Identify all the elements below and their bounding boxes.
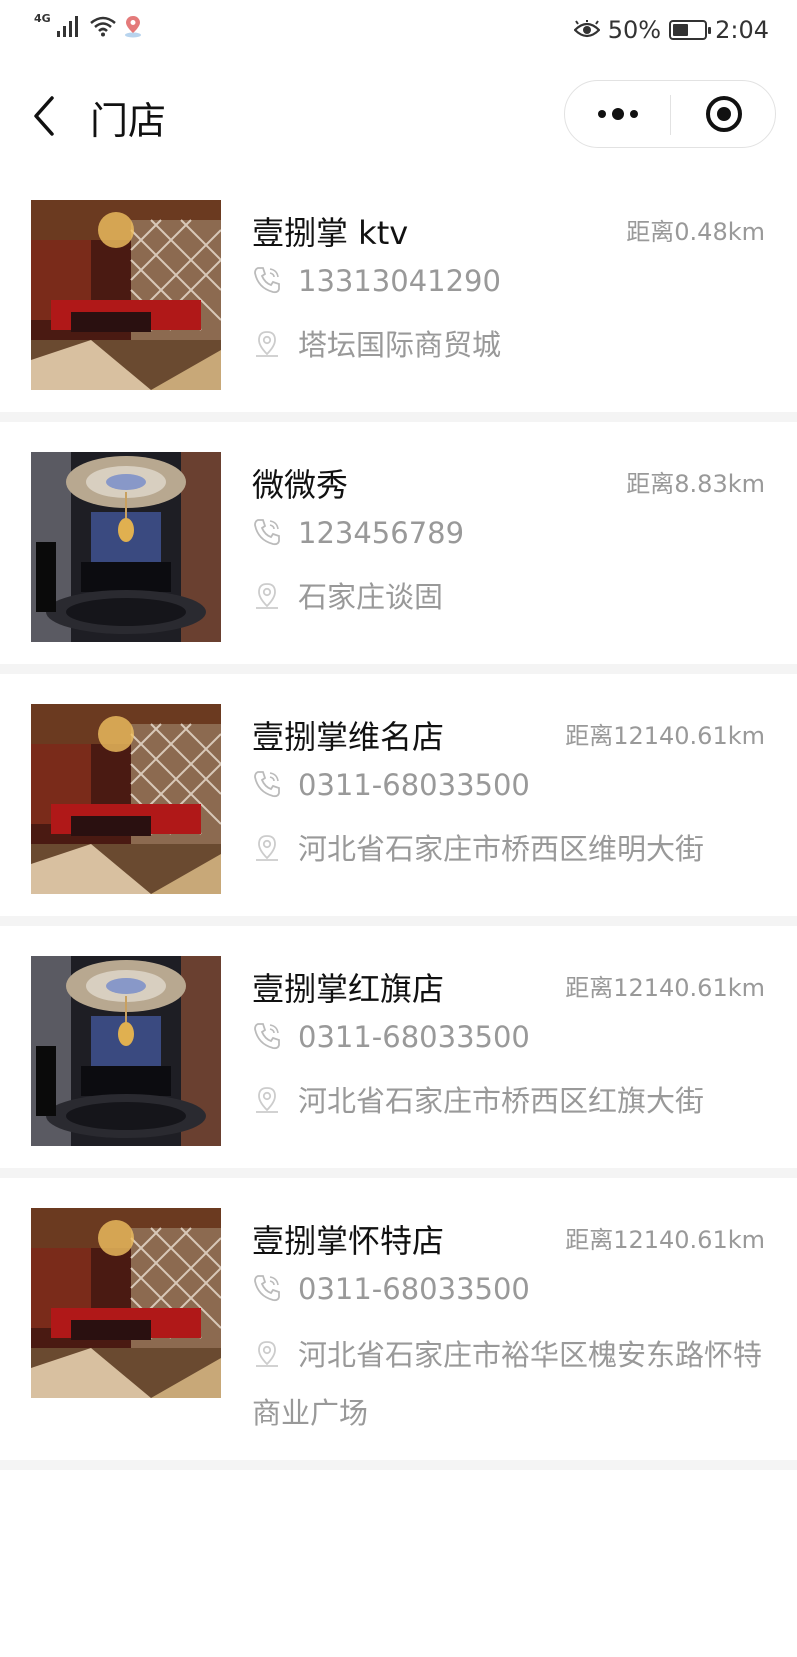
store-image bbox=[31, 200, 221, 390]
status-time: 2:04 bbox=[715, 16, 769, 44]
store-phone: 0311-68033500 bbox=[298, 768, 530, 802]
location-status-icon bbox=[124, 16, 141, 38]
phone-icon bbox=[254, 1275, 280, 1302]
store-name: 壹捌掌维名店 bbox=[252, 718, 445, 756]
store-item[interactable]: 微微秀 距离8.83km 123456789 石家庄谈固 bbox=[0, 422, 797, 674]
store-address-row: 石家庄谈固 bbox=[252, 574, 443, 616]
store-distance: 距离12140.61km bbox=[565, 722, 765, 750]
store-item[interactable]: 壹捌掌 ktv 距离0.48km 13313041290 塔坛国际商贸城 bbox=[0, 170, 797, 422]
location-pin-icon bbox=[256, 1341, 278, 1367]
more-dots-icon bbox=[598, 110, 606, 118]
phone-icon bbox=[254, 519, 280, 546]
store-phone: 0311-68033500 bbox=[298, 1020, 530, 1054]
store-image bbox=[31, 956, 221, 1146]
target-close-icon bbox=[706, 96, 742, 132]
more-button[interactable] bbox=[565, 81, 671, 147]
store-item[interactable]: 壹捌掌怀特店 距离12140.61km 0311-68033500 河北省石家庄… bbox=[0, 1178, 797, 1470]
store-name: 壹捌掌红旗店 bbox=[252, 970, 445, 1008]
phone-icon bbox=[254, 771, 280, 798]
store-item[interactable]: 壹捌掌红旗店 距离12140.61km 0311-68033500 河北省石家庄… bbox=[0, 926, 797, 1178]
battery-icon bbox=[669, 20, 712, 40]
status-right: 50% 2:04 bbox=[573, 16, 769, 44]
chevron-left-icon bbox=[34, 96, 54, 136]
store-phone-row[interactable]: 13313041290 bbox=[252, 264, 501, 298]
status-left: 4G bbox=[34, 11, 143, 38]
store-distance: 距离0.48km bbox=[626, 218, 765, 246]
location-pin-icon bbox=[256, 1087, 278, 1113]
mini-program-capsule bbox=[564, 80, 776, 148]
store-distance: 距离12140.61km bbox=[565, 974, 765, 1002]
close-button[interactable] bbox=[671, 81, 777, 147]
store-phone-row[interactable]: 0311-68033500 bbox=[252, 768, 530, 802]
store-image bbox=[31, 704, 221, 894]
store-address: 河北省石家庄市裕华区槐安东路怀特商业广场 bbox=[252, 1338, 763, 1430]
store-address: 塔坛国际商贸城 bbox=[298, 328, 502, 362]
store-address: 河北省石家庄市桥西区维明大街 bbox=[298, 832, 705, 866]
store-name: 壹捌掌 ktv bbox=[252, 214, 409, 252]
store-address-row: 塔坛国际商贸城 bbox=[252, 322, 501, 364]
store-phone-row[interactable]: 123456789 bbox=[252, 516, 464, 550]
store-image bbox=[31, 1208, 221, 1398]
location-pin-icon bbox=[256, 835, 278, 861]
back-button[interactable] bbox=[30, 94, 60, 138]
store-item[interactable]: 壹捌掌维名店 距离12140.61km 0311-68033500 河北省石家庄… bbox=[0, 674, 797, 926]
battery-fill bbox=[673, 24, 689, 36]
store-phone-row[interactable]: 0311-68033500 bbox=[252, 1020, 530, 1054]
store-phone-row[interactable]: 0311-68033500 bbox=[252, 1272, 530, 1306]
phone-icon bbox=[254, 1023, 280, 1050]
store-address: 石家庄谈固 bbox=[298, 580, 444, 614]
eye-icon bbox=[573, 20, 600, 38]
battery-percent: 50% bbox=[607, 16, 662, 44]
location-pin-icon bbox=[256, 331, 278, 357]
store-distance: 距离8.83km bbox=[626, 470, 765, 498]
store-name: 微微秀 bbox=[252, 466, 349, 504]
wifi-icon bbox=[89, 16, 116, 37]
network-type: 4G bbox=[34, 11, 51, 25]
store-list: 壹捌掌 ktv 距离0.48km 13313041290 塔坛国际商贸城 微微秀… bbox=[0, 170, 797, 1470]
store-phone: 0311-68033500 bbox=[298, 1272, 530, 1306]
store-phone: 123456789 bbox=[298, 516, 465, 550]
status-bar: 4G 50% 2:04 bbox=[0, 0, 797, 62]
location-pin-icon bbox=[256, 583, 278, 609]
nav-bar: 门店 bbox=[0, 72, 797, 162]
store-address-row: 河北省石家庄市桥西区红旗大街 bbox=[252, 1078, 704, 1120]
store-image bbox=[31, 452, 221, 642]
phone-icon bbox=[254, 267, 280, 294]
store-address-row: 河北省石家庄市桥西区维明大街 bbox=[252, 826, 704, 868]
more-dot-right bbox=[630, 110, 638, 118]
store-phone: 13313041290 bbox=[298, 264, 501, 298]
signal-icon bbox=[56, 16, 78, 37]
store-address-row: 河北省石家庄市裕华区槐安东路怀特商业广场 bbox=[252, 1326, 772, 1442]
store-distance: 距离12140.61km bbox=[565, 1226, 765, 1254]
store-address: 河北省石家庄市桥西区红旗大街 bbox=[298, 1084, 705, 1118]
store-name: 壹捌掌怀特店 bbox=[252, 1222, 445, 1260]
more-dot-center bbox=[612, 108, 624, 120]
page-title: 门店 bbox=[90, 99, 167, 143]
